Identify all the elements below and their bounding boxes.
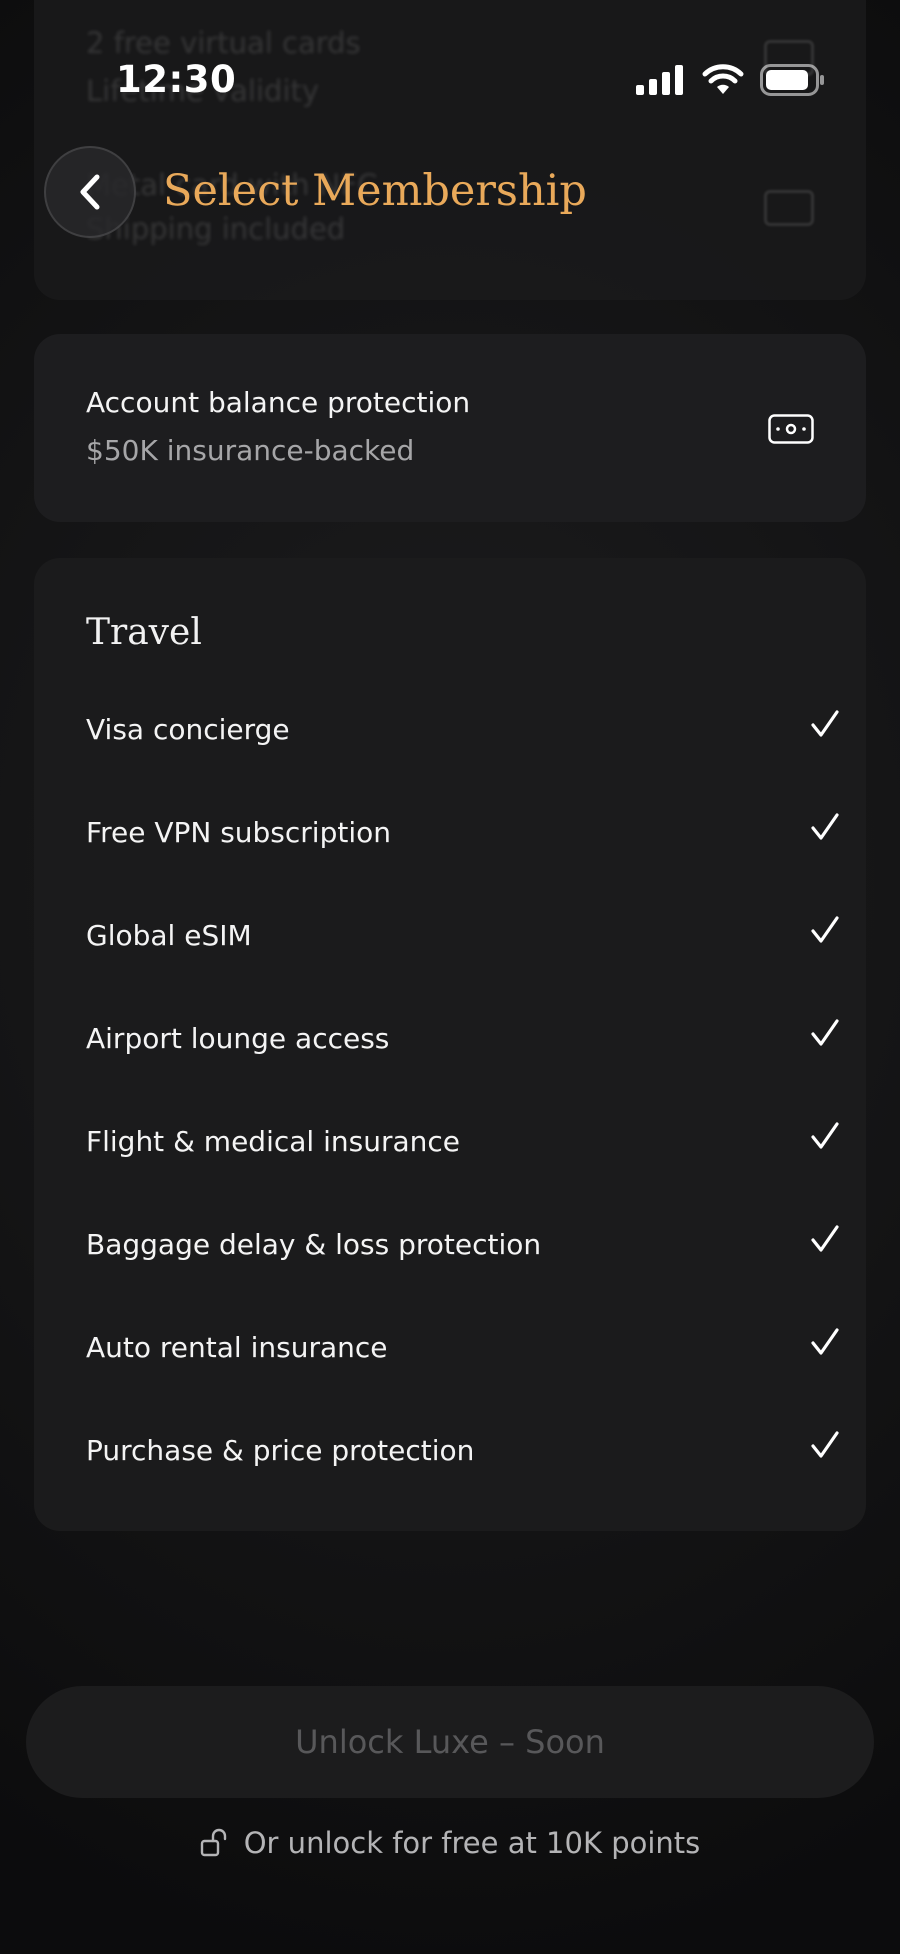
checkmark-icon: [811, 1431, 839, 1458]
battery-icon: [760, 64, 824, 96]
balance-protection-card: Account balance protection $50K insuranc…: [34, 334, 866, 522]
feature-label: Airport lounge access: [86, 1022, 390, 1055]
travel-heading: Travel: [86, 612, 202, 653]
checkmark-icon: [811, 710, 839, 737]
cellular-signal-icon: [636, 65, 683, 95]
cash-icon: [768, 414, 814, 444]
feature-label: Free VPN subscription: [86, 816, 391, 849]
status-time: 12:30: [116, 58, 237, 101]
travel-feature-list: Visa concierge Free VPN subscription Glo…: [86, 710, 840, 1537]
page-title: Select Membership: [163, 166, 587, 216]
feature-label: Flight & medical insurance: [86, 1125, 460, 1158]
list-item: Airport lounge access: [86, 1019, 840, 1125]
checkmark-icon: [811, 813, 839, 840]
status-icons: [636, 64, 826, 96]
balance-protection-title: Account balance protection: [86, 386, 471, 419]
checkmark-icon: [811, 1225, 839, 1252]
list-item: Visa concierge: [86, 710, 840, 816]
ghost-card-icon: [764, 190, 814, 226]
list-item: Purchase & price protection: [86, 1431, 840, 1537]
feature-label: Baggage delay & loss protection: [86, 1228, 542, 1261]
free-unlock-text: Or unlock for free at 10K points: [243, 1826, 701, 1860]
checkmark-icon: [811, 1019, 839, 1046]
feature-label: Visa concierge: [86, 713, 290, 746]
unlock-icon: [200, 1828, 226, 1857]
checkmark-icon: [811, 1328, 839, 1355]
status-bar: 12:30: [0, 0, 900, 120]
feature-label: Purchase & price protection: [86, 1434, 475, 1467]
balance-protection-subtitle: $50K insurance-backed: [86, 434, 415, 467]
feature-label: Global eSIM: [86, 919, 252, 952]
list-item: Global eSIM: [86, 916, 840, 1022]
checkmark-icon: [811, 1122, 839, 1149]
feature-label: Auto rental insurance: [86, 1331, 388, 1364]
list-item: Flight & medical insurance: [86, 1122, 840, 1228]
wifi-icon: [702, 64, 744, 94]
travel-benefits-card: Travel Visa concierge Free VPN subscript…: [34, 558, 866, 1531]
chevron-left-icon: [80, 174, 100, 210]
list-item: Baggage delay & loss protection: [86, 1225, 840, 1331]
back-button[interactable]: [44, 146, 136, 238]
free-unlock-link[interactable]: Or unlock for free at 10K points: [0, 1826, 900, 1860]
list-item: Free VPN subscription: [86, 813, 840, 919]
unlock-luxe-button[interactable]: Unlock Luxe – Soon: [26, 1686, 874, 1798]
list-item: Auto rental insurance: [86, 1328, 840, 1434]
checkmark-icon: [811, 916, 839, 943]
